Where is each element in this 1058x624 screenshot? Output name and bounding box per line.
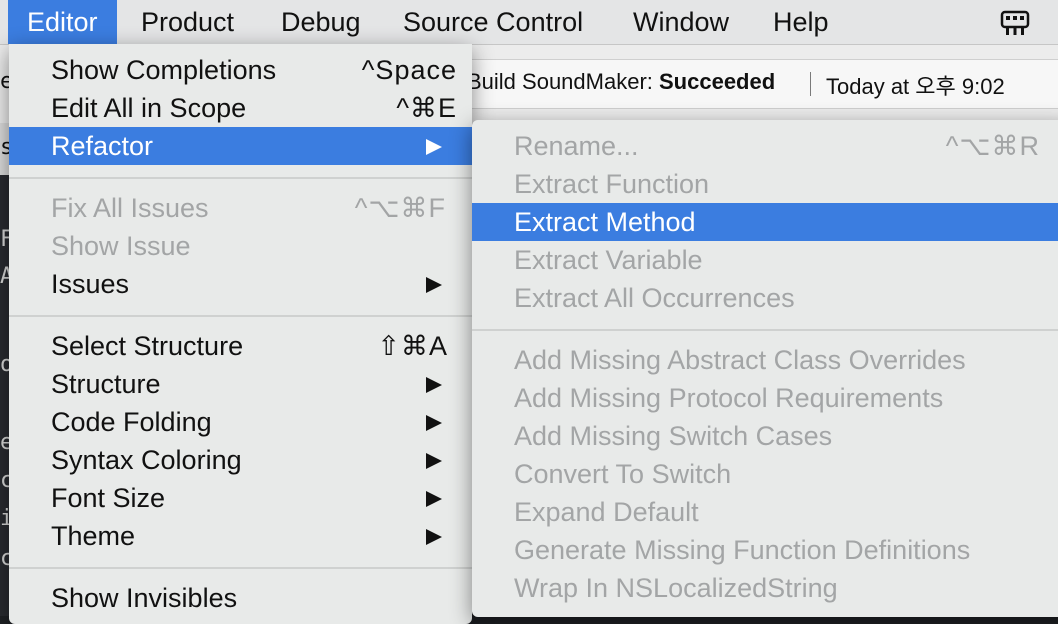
submenu-arrow-icon xyxy=(426,529,442,545)
menu-item-extract-function[interactable]: Extract Function xyxy=(472,165,1058,203)
menu-item-fix-all-issues[interactable]: Fix All Issues ^⌥⌘F xyxy=(9,189,472,227)
menu-item-label: Structure xyxy=(51,369,161,399)
menu-item-label: Add Missing Protocol Requirements xyxy=(514,383,944,413)
menu-item-label: Add Missing Abstract Class Overrides xyxy=(514,345,966,375)
menu-separator xyxy=(9,567,472,569)
menu-item-edit-all-in-scope[interactable]: Edit All in Scope ^⌘E xyxy=(9,89,472,127)
menu-item-label: Convert To Switch xyxy=(514,459,732,489)
menu-item-label: Show Issue xyxy=(51,231,191,261)
menu-item-convert-to-switch[interactable]: Convert To Switch xyxy=(472,455,1058,493)
menu-item-extract-all-occurrences[interactable]: Extract All Occurrences xyxy=(472,279,1058,317)
submenu-arrow-icon xyxy=(426,139,442,155)
menu-item-label: Issues xyxy=(51,269,130,299)
menu-item-label: Generate Missing Function Definitions xyxy=(514,535,971,565)
menu-item-label: Show Invisibles xyxy=(51,583,238,613)
submenu-arrow-icon xyxy=(426,453,442,469)
menu-item-shortcut: ^⌥⌘F xyxy=(354,193,446,223)
menu-item-show-completions[interactable]: Show Completions ^Space xyxy=(9,51,472,89)
menu-item-shortcut: ⇧⌘A xyxy=(377,331,448,361)
menu-item-generate-missing-function-definitions[interactable]: Generate Missing Function Definitions xyxy=(472,531,1058,569)
menu-item-rename[interactable]: Rename... ^⌥⌘R xyxy=(472,127,1058,165)
menu-bar: Editor Product Debug Source Control Wind… xyxy=(0,0,1058,45)
menu-item-label: Select Structure xyxy=(51,331,244,361)
menu-item-label: Fix All Issues xyxy=(51,193,209,223)
menu-item-theme[interactable]: Theme xyxy=(9,517,472,555)
menu-item-label: Wrap In NSLocalizedString xyxy=(514,573,838,603)
refactor-submenu: Rename... ^⌥⌘R Extract Function Extract … xyxy=(472,120,1058,617)
menu-editor[interactable]: Editor xyxy=(8,0,117,44)
menu-item-issues[interactable]: Issues xyxy=(9,265,472,303)
activity-build-status: Build SoundMaker: Succeeded xyxy=(467,69,775,95)
menu-item-expand-default[interactable]: Expand Default xyxy=(472,493,1058,531)
submenu-arrow-icon xyxy=(426,377,442,393)
menu-item-label: Code Folding xyxy=(51,407,212,437)
menu-item-label: Edit All in Scope xyxy=(51,93,247,123)
menu-item-label: Show Completions xyxy=(51,55,277,85)
menu-item-refactor[interactable]: Refactor xyxy=(9,127,472,165)
menu-item-label: Add Missing Switch Cases xyxy=(514,421,833,451)
menu-item-label: Extract Variable xyxy=(514,245,703,275)
menu-item-code-folding[interactable]: Code Folding xyxy=(9,403,472,441)
menu-item-extract-variable[interactable]: Extract Variable xyxy=(472,241,1058,279)
keyboard-input-icon[interactable] xyxy=(1000,9,1030,37)
editor-menu: Show Completions ^Space Edit All in Scop… xyxy=(9,44,472,624)
menu-item-label: Syntax Coloring xyxy=(51,445,242,475)
menu-item-syntax-coloring[interactable]: Syntax Coloring xyxy=(9,441,472,479)
menu-item-show-issue[interactable]: Show Issue xyxy=(9,227,472,265)
menu-window[interactable]: Window xyxy=(614,0,748,44)
menu-item-show-invisibles[interactable]: Show Invisibles xyxy=(9,579,472,617)
menu-item-add-missing-switch-cases[interactable]: Add Missing Switch Cases xyxy=(472,417,1058,455)
menu-separator xyxy=(9,315,472,317)
submenu-arrow-icon xyxy=(426,491,442,507)
menu-help[interactable]: Help xyxy=(754,0,848,44)
activity-build-label: Build SoundMaker: xyxy=(467,69,659,94)
activity-timestamp: Today at 오후 9:02 xyxy=(826,74,1005,99)
menu-item-label: Extract Method xyxy=(514,207,696,237)
menu-item-add-missing-protocol-requirements[interactable]: Add Missing Protocol Requirements xyxy=(472,379,1058,417)
menu-item-extract-method[interactable]: Extract Method xyxy=(472,203,1058,241)
menu-item-label: Font Size xyxy=(51,483,166,513)
menu-item-select-structure[interactable]: Select Structure ⇧⌘A xyxy=(9,327,472,365)
activity-build-result: Succeeded xyxy=(659,69,776,94)
menu-item-label: Extract Function xyxy=(514,169,710,199)
menu-item-label: Theme xyxy=(51,521,136,551)
submenu-arrow-icon xyxy=(426,415,442,431)
menu-separator xyxy=(9,177,472,179)
menu-item-structure[interactable]: Structure xyxy=(9,365,472,403)
menu-separator xyxy=(472,329,1058,331)
menu-item-shortcut: ^Space xyxy=(361,55,457,85)
menu-item-shortcut: ^⌘E xyxy=(396,93,457,123)
submenu-arrow-icon xyxy=(426,277,442,293)
menu-item-label: Rename... xyxy=(514,131,639,161)
menu-item-label: Refactor xyxy=(51,131,154,161)
menu-product[interactable]: Product xyxy=(122,0,253,44)
menu-source-control[interactable]: Source Control xyxy=(384,0,602,44)
menu-item-label: Extract All Occurrences xyxy=(514,283,795,313)
menu-item-font-size[interactable]: Font Size xyxy=(9,479,472,517)
menu-debug[interactable]: Debug xyxy=(262,0,380,44)
menu-item-label: Expand Default xyxy=(514,497,699,527)
menu-item-wrap-in-nslocalizedstring[interactable]: Wrap In NSLocalizedString xyxy=(472,569,1058,607)
activity-divider xyxy=(810,72,811,96)
menu-item-add-missing-abstract-class-overrides[interactable]: Add Missing Abstract Class Overrides xyxy=(472,341,1058,379)
menu-item-shortcut: ^⌥⌘R xyxy=(945,131,1040,161)
